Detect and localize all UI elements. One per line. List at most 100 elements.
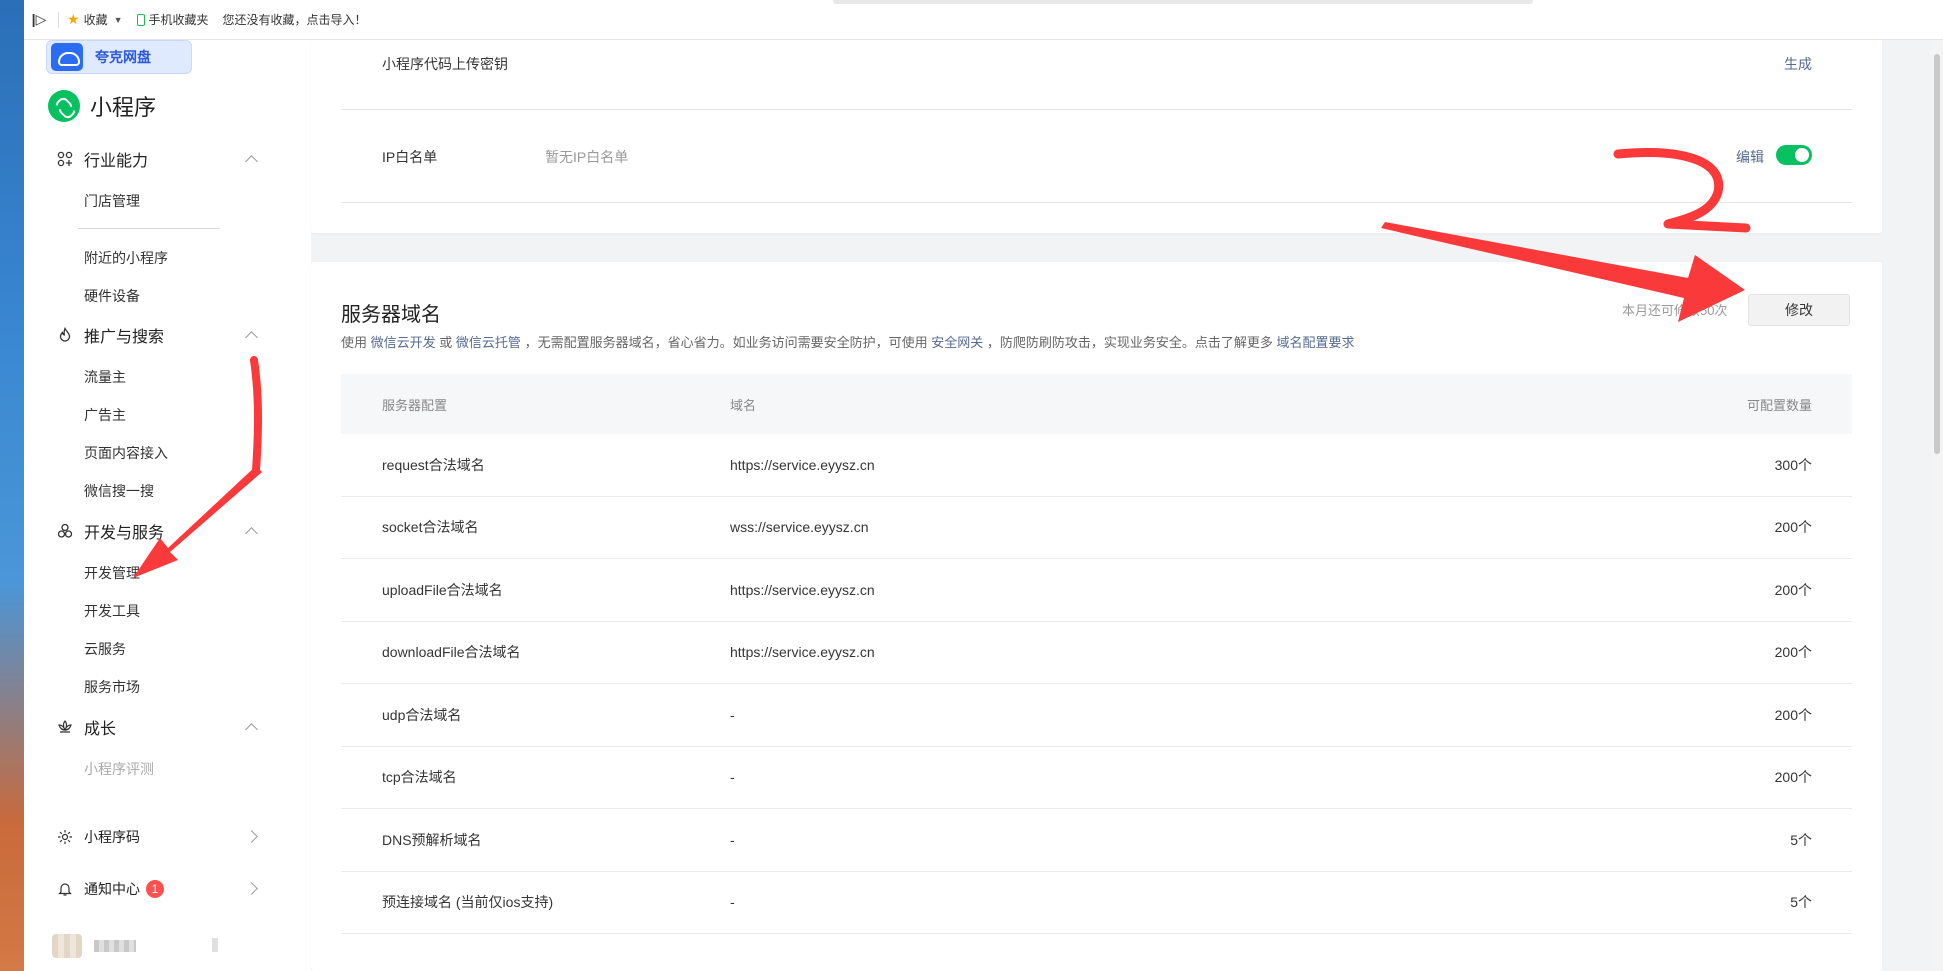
sidebar-item-nearby[interactable]: 附近的小程序 — [84, 248, 168, 268]
section-title: 服务器域名 — [341, 304, 441, 326]
remaining-modifications: 本月还可修改50次 — [1622, 303, 1728, 318]
row-quota: 300个 — [1774, 456, 1812, 473]
row-domain: wss://service.eyysz.cn — [730, 519, 869, 536]
row-domain: https://service.eyysz.cn — [730, 581, 875, 598]
server-domain-table: 服务器配置 域名 可配置数量 request合法域名 https://servi… — [341, 374, 1852, 934]
table-row: DNS预解析域名 - 5个 — [341, 809, 1852, 872]
row-divider — [341, 109, 1852, 110]
nav-group-dev[interactable]: 开发与服务 — [56, 519, 258, 543]
chevron-up-icon — [245, 723, 258, 736]
wechat-cloud-dev-link[interactable]: 微信云开发 — [371, 335, 436, 350]
row-config: DNS预解析域名 — [382, 831, 482, 848]
row-quota: 200个 — [1774, 769, 1812, 786]
ip-whitelist-value: 暂无IP白名单 — [545, 149, 629, 165]
mobile-favorites-button[interactable]: 手机收藏夹 — [136, 11, 209, 28]
sidebar-item-dev-tools[interactable]: 开发工具 — [84, 601, 140, 621]
row-domain: - — [730, 831, 735, 848]
row-domain: https://service.eyysz.cn — [730, 456, 875, 473]
miniprogram-logo-icon — [48, 90, 80, 122]
ip-whitelist-label: IP白名单 — [382, 149, 438, 165]
page-scrollbar[interactable] — [1931, 40, 1943, 971]
import-bookmarks-link[interactable]: 您还没有收藏，点击导入！ — [223, 11, 367, 28]
sidebar-item-search[interactable]: 微信搜一搜 — [84, 481, 154, 501]
row-quota: 200个 — [1774, 706, 1812, 723]
chevron-up-icon — [245, 155, 258, 168]
chevron-up-icon — [245, 527, 258, 540]
scrollbar-thumb[interactable] — [1934, 54, 1940, 454]
row-quota: 200个 — [1774, 519, 1812, 536]
cluster-icon — [56, 522, 74, 540]
edit-ip-link[interactable]: 编辑 — [1736, 147, 1764, 167]
bell-icon — [56, 880, 74, 898]
nav-group-industry[interactable]: 行业能力 — [56, 147, 258, 171]
section-description: 使用 微信云开发 或 微信云托管 ，无需配置服务器域名，省心省力。如业务访问需要… — [341, 332, 1355, 351]
sidebar-item-traffic[interactable]: 流量主 — [84, 367, 126, 387]
sidebar-item-advertiser[interactable]: 广告主 — [84, 405, 126, 425]
nav-group-label: 推广与搜索 — [84, 329, 165, 346]
mobile-favorites-label: 手机收藏夹 — [148, 13, 209, 27]
dev-settings-card: 小程序代码上传密钥 生成 IP白名单 暂无IP白名单 编辑 — [311, 40, 1882, 233]
wechat-cloud-hosting-link[interactable]: 微信云托管 — [456, 335, 521, 350]
qrcode-sun-icon — [56, 828, 74, 846]
row-quota: 5个 — [1790, 894, 1812, 911]
row-config: request合法域名 — [382, 456, 485, 473]
nav-group-label: 成长 — [84, 721, 117, 738]
generate-key-link[interactable]: 生成 — [1784, 54, 1812, 74]
sidebar-item-cloud[interactable]: 云服务 — [84, 639, 126, 659]
notice-count-badge: 1 — [146, 880, 164, 898]
sidebar-item-market[interactable]: 服务市场 — [84, 677, 140, 697]
phone-icon — [136, 13, 145, 26]
quark-drive-button[interactable]: 夸克网盘 — [46, 40, 192, 74]
nav-divider — [78, 228, 220, 229]
nav-group-growth[interactable]: 成长 — [56, 715, 258, 739]
table-header: 服务器配置 域名 可配置数量 — [341, 374, 1852, 434]
flame-icon — [56, 326, 74, 344]
sidebar-item-dev-manage[interactable]: 开发管理 — [84, 563, 140, 583]
row-config: udp合法域名 — [382, 706, 462, 723]
chevron-right-icon — [245, 882, 258, 895]
user-menu-handle — [212, 938, 218, 952]
lotus-icon — [56, 718, 74, 736]
nav-group-notice[interactable]: 通知中心 1 — [56, 877, 258, 901]
apps-icon — [56, 150, 74, 168]
chevron-right-icon — [245, 830, 258, 843]
desc-text: 或 — [439, 335, 453, 350]
quark-drive-label: 夸克网盘 — [95, 49, 151, 65]
table-row: tcp合法域名 - 200个 — [341, 747, 1852, 809]
table-row: socket合法域名 wss://service.eyysz.cn 200个 — [341, 497, 1852, 559]
sidebar-item-review[interactable]: 小程序评测 — [84, 759, 154, 779]
sidebar-toggle-icon[interactable]: |▷ — [24, 11, 54, 28]
user-account[interactable] — [52, 934, 218, 958]
sidebar: 夸克网盘 小程序 行业能力 门店管理 附近的小程序 硬件设备 推广与搜索 流量主… — [24, 40, 311, 971]
domain-requirements-link[interactable]: 域名配置要求 — [1276, 335, 1354, 350]
desc-text: ，防爬防刷防攻击，实现业务安全。点击了解更多 — [986, 335, 1273, 350]
bookmarks-bar: |▷ ★ 收藏 ▼ 手机收藏夹 您还没有收藏，点击导入！ — [24, 0, 1943, 40]
security-gateway-link[interactable]: 安全网关 — [931, 335, 983, 350]
chevron-down-icon[interactable]: ▼ — [114, 15, 123, 25]
brand[interactable]: 小程序 — [48, 90, 156, 122]
nav-group-qrcode[interactable]: 小程序码 — [56, 825, 258, 849]
row-domain: - — [730, 894, 735, 911]
sidebar-item-content[interactable]: 页面内容接入 — [84, 443, 168, 463]
star-icon: ★ — [67, 11, 80, 27]
nav-group-label: 小程序码 — [84, 829, 140, 845]
modify-button[interactable]: 修改 — [1748, 294, 1850, 326]
row-domain: - — [730, 706, 735, 723]
favorites-button[interactable]: ★ 收藏 ▼ — [67, 11, 123, 28]
username-blurred — [94, 940, 136, 952]
avatar — [52, 934, 82, 958]
sidebar-item-hardware[interactable]: 硬件设备 — [84, 286, 140, 306]
row-config: 预连接域名 (当前仅ios支持) — [382, 894, 554, 911]
nav-group-label: 通知中心 — [84, 881, 140, 897]
column-header-domain: 域名 — [730, 397, 757, 413]
table-row: downloadFile合法域名 https://service.eyysz.c… — [341, 622, 1852, 684]
nav-group-promo[interactable]: 推广与搜索 — [56, 323, 258, 347]
ip-whitelist-toggle[interactable] — [1776, 145, 1812, 165]
sidebar-item-store[interactable]: 门店管理 — [84, 191, 140, 211]
column-header-config: 服务器配置 — [382, 397, 448, 413]
table-row: uploadFile合法域名 https://service.eyysz.cn … — [341, 559, 1852, 622]
row-quota: 200个 — [1774, 581, 1812, 598]
chevron-up-icon — [245, 331, 258, 344]
row-quota: 5个 — [1790, 831, 1812, 848]
nav-group-label: 行业能力 — [84, 153, 149, 170]
